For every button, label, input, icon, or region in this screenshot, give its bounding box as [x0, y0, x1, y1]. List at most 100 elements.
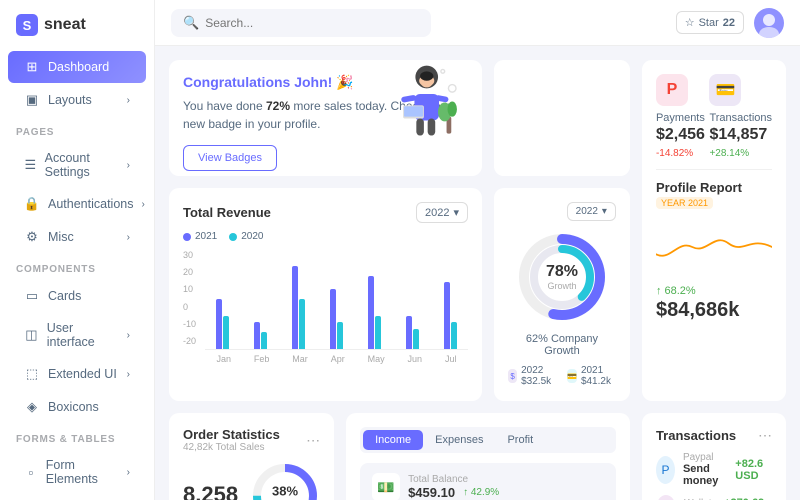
transaction-item-wallet: W Wallet Mac'D +270.69 USD: [656, 495, 772, 500]
sidebar-item-label: Cards: [48, 289, 81, 303]
sidebar-item-authentications[interactable]: 🔒 Authentications ›: [8, 188, 146, 220]
sidebar-item-form-layouts[interactable]: ▤ Form Layouts ›: [8, 495, 146, 500]
income-tab-expenses[interactable]: Expenses: [423, 430, 495, 450]
sidebar-item-label: Layouts: [48, 93, 92, 107]
bar-2021-jun: [406, 316, 412, 349]
sidebar-item-boxicons[interactable]: ◈ Boxicons: [8, 391, 146, 423]
profile-change: ↑ 68.2%: [656, 285, 772, 297]
growth-card: 2022 ▾ 78% Growth 62% Company Growth: [494, 188, 630, 401]
search-input[interactable]: [205, 16, 419, 30]
bar-2020-mar: [299, 299, 305, 349]
transactions-change: +28.14%: [709, 148, 772, 159]
ui-icon: ◫: [24, 327, 39, 343]
company-growth: 62% Company Growth: [508, 333, 616, 357]
bar-2020-jul: [451, 322, 457, 349]
highlight-pct: 72%: [266, 99, 290, 113]
income-info: 💵 Total Balance $459.10 ↑ 42.9%: [360, 463, 616, 500]
section-title-components: COMPONENTS: [0, 254, 154, 279]
bar-2021-mar: [292, 266, 298, 349]
income-balance-label: Total Balance: [408, 474, 499, 485]
dashboard-icon: ⊞: [24, 59, 40, 75]
legend-2021: 2021: [183, 231, 217, 242]
bar-2021-jan: [216, 299, 222, 349]
star-icon: ☆: [685, 16, 695, 29]
donut-legend: $ 2022 $32.5k 💳 2021 $41.2k: [508, 365, 616, 387]
welcome-illustration: [372, 60, 472, 145]
topbar: 🔍 ☆ Star 22: [155, 0, 800, 46]
legend-dot-2021: [183, 233, 191, 241]
chevron-right-icon: ›: [127, 160, 130, 171]
year-select[interactable]: 2022 ▾: [416, 202, 468, 223]
sidebar-item-label: Extended UI: [48, 367, 117, 381]
bar-group-jan: [205, 299, 241, 349]
chevron-right-icon: ›: [127, 467, 130, 478]
main-area: 🔍 ☆ Star 22 Congratulations John! 🎉 You …: [155, 0, 800, 500]
bar-group-jun: [394, 316, 430, 349]
order-sub: 42,82k Total Sales: [183, 442, 280, 453]
income-balance: $459.10: [408, 485, 455, 500]
section-title-pages: PAGES: [0, 117, 154, 142]
chevron-right-icon: ›: [127, 369, 130, 380]
wallet-icon: W: [656, 495, 676, 500]
star-button[interactable]: ☆ Star 22: [676, 11, 744, 34]
growth-year-select[interactable]: 2022 ▾: [567, 202, 616, 221]
payments-row: P Payments $2,456 -14.82% 💳 Transactions…: [656, 74, 772, 159]
bar-2020-may: [375, 316, 381, 349]
sidebar-item-layouts[interactable]: ▣ Layouts ›: [8, 84, 146, 116]
chevron-down-icon: ▾: [602, 206, 607, 217]
legend-label-2021: 2021: [195, 231, 217, 242]
income-tab-profit[interactable]: Profit: [495, 430, 545, 450]
income-card: Income Expenses Profit 💵 Total Balance $…: [346, 413, 630, 500]
logo-icon: S: [16, 14, 38, 36]
transactions-value: $14,857: [709, 126, 772, 144]
profile-year-badge: YEAR 2021: [656, 197, 713, 209]
order-total: 8,258: [183, 482, 238, 500]
transactions-dots[interactable]: ⋯: [758, 427, 772, 444]
avatar[interactable]: [754, 8, 784, 38]
bar-chart: [205, 250, 468, 350]
welcome-card: Congratulations John! 🎉 You have done 72…: [169, 60, 482, 176]
auth-icon: 🔒: [24, 196, 40, 212]
sidebar-item-misc[interactable]: ⚙ Misc ›: [8, 221, 146, 253]
bar-2021-feb: [254, 322, 260, 349]
y-axis: 3020100-10-20: [183, 250, 196, 346]
layouts-icon: ▣: [24, 92, 40, 108]
sidebar-item-extended-ui[interactable]: ⬚ Extended UI ›: [8, 358, 146, 390]
income-icon: 💵: [372, 473, 400, 500]
chevron-down-icon: ▾: [453, 206, 459, 219]
profile-report-section: Profile Report YEAR 2021 ↑ 68.2% $84,686…: [656, 169, 772, 322]
view-badges-button[interactable]: View Badges: [183, 145, 277, 171]
star-count: 22: [723, 17, 735, 29]
legend-2022: $ 2022 $32.5k: [508, 365, 557, 387]
payments-change: -14.82%: [656, 148, 705, 159]
misc-icon: ⚙: [24, 229, 40, 245]
sidebar-item-account-settings[interactable]: ☰ Account Settings ›: [8, 143, 146, 187]
order-statistics-card: Order Statistics 42,82k Total Sales ⋯ 8,…: [169, 413, 334, 500]
account-settings-icon: ☰: [24, 157, 37, 173]
order-dots[interactable]: ⋯: [306, 432, 320, 449]
bar-2020-feb: [261, 332, 267, 349]
logo: S sneat: [0, 0, 154, 50]
legend-2021-donut: 💳 2021 $41.2k: [567, 365, 616, 387]
income-change: ↑ 42.9%: [463, 487, 499, 498]
paypal-icon: P: [656, 456, 675, 484]
cards-icon: ▭: [24, 288, 40, 304]
sidebar-item-dashboard[interactable]: ⊞ Dashboard: [8, 51, 146, 83]
transaction-item-paypal: P Paypal Send money +82.6 USD: [656, 452, 772, 487]
star-label: Star: [699, 17, 719, 29]
bar-2020-apr: [337, 322, 343, 349]
bar-2021-jul: [444, 282, 450, 349]
legend-label-2020: 2020: [241, 231, 263, 242]
search-box[interactable]: 🔍: [171, 9, 431, 37]
sidebar-item-user-interface[interactable]: ◫ User interface ›: [8, 313, 146, 357]
sidebar-item-cards[interactable]: ▭ Cards: [8, 280, 146, 312]
sidebar-item-form-elements[interactable]: ▫ Form Elements ›: [8, 450, 146, 494]
legend-2021-text: 2021 $41.2k: [581, 365, 616, 387]
bar-group-may: [356, 276, 392, 349]
income-tab-income[interactable]: Income: [363, 430, 423, 450]
logo-text: sneat: [44, 16, 86, 34]
payments-value: $2,456: [656, 126, 705, 144]
transactions-card: Transactions ⋯ P Paypal Send money +82.6…: [642, 413, 786, 500]
txn-provider-paypal: Paypal: [683, 452, 727, 463]
income-tabs: Income Expenses Profit: [360, 427, 616, 453]
